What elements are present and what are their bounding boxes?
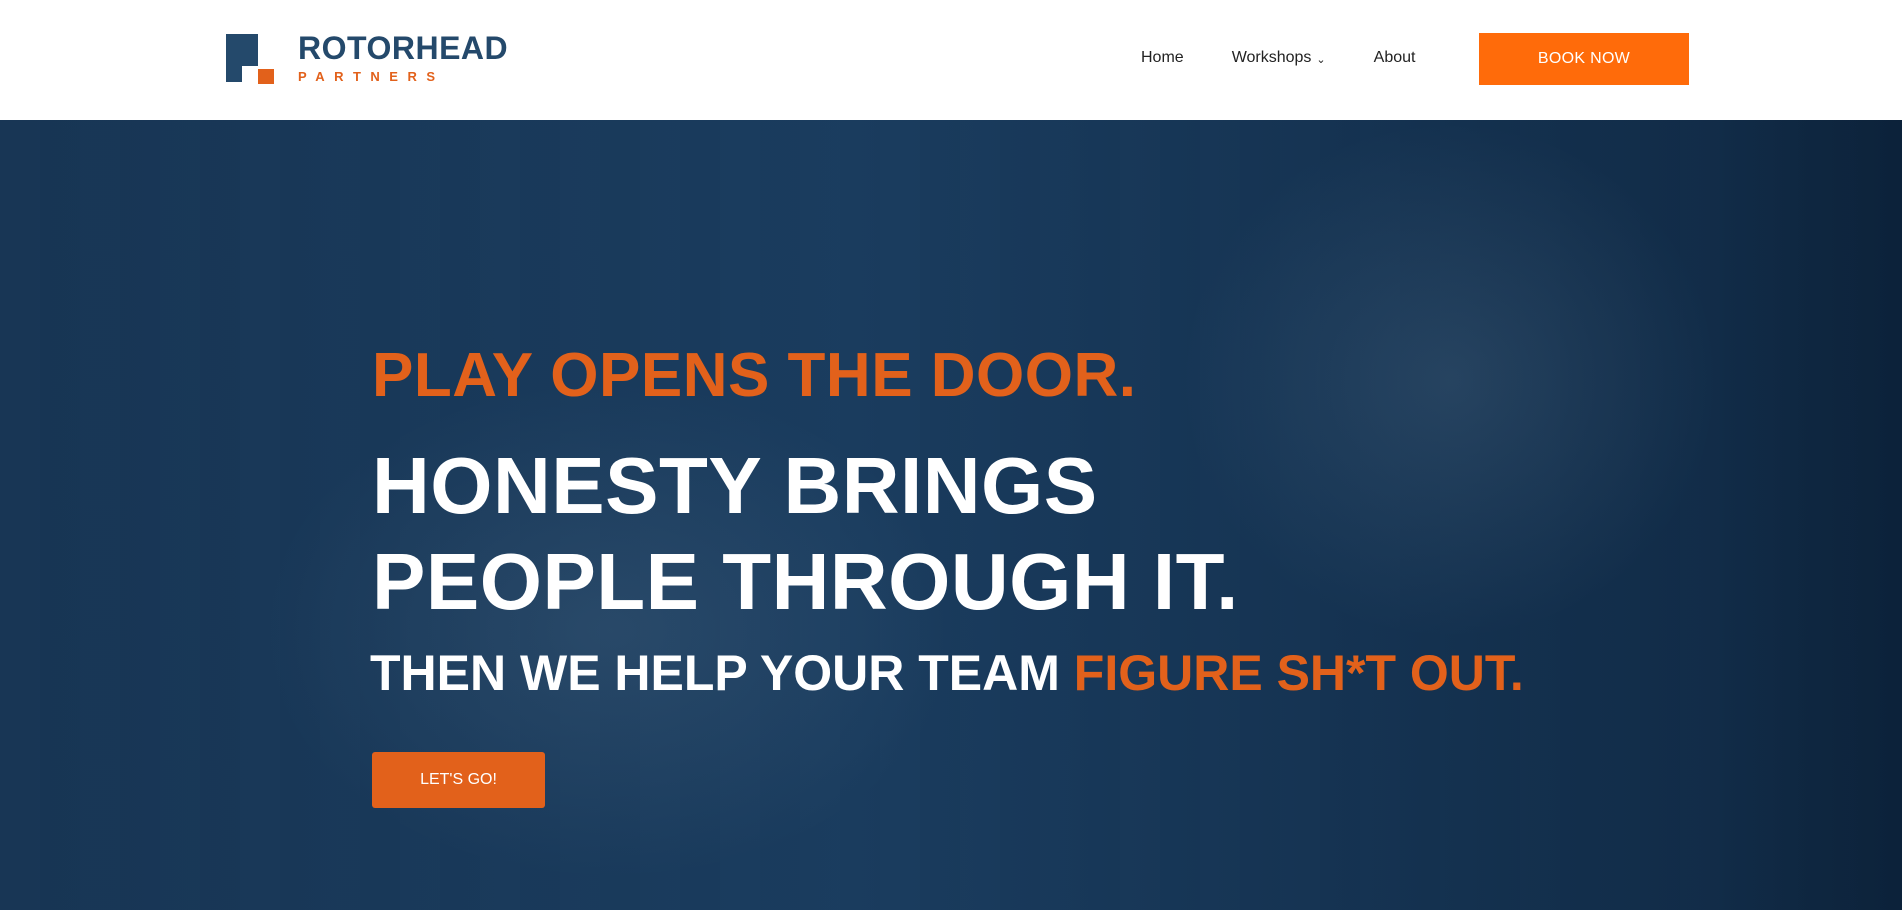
site-logo[interactable]: ROTORHEAD PARTNERS (226, 30, 526, 88)
logo-subtitle: PARTNERS (298, 69, 445, 84)
nav-workshops-link[interactable]: Workshops ⌄ (1232, 49, 1326, 67)
book-now-button[interactable]: BOOK NOW (1479, 33, 1689, 85)
hero-subheadline-orange: FIGURE SH*T OUT. (1073, 645, 1524, 701)
hero-headline: HONESTY BRINGS PEOPLE THROUGH IT. (372, 438, 1239, 630)
nav-home-link[interactable]: Home (1141, 49, 1184, 67)
hero-tagline: PLAY OPENS THE DOOR. (372, 341, 1137, 410)
hero-section: PLAY OPENS THE DOOR. HONESTY BRINGS PEOP… (0, 120, 1902, 910)
logo-title: ROTORHEAD (298, 30, 509, 66)
rotorhead-logo-icon (226, 34, 274, 84)
hero-subheadline-white: THEN WE HELP YOUR TEAM (370, 645, 1060, 701)
chevron-down-icon: ⌄ (1316, 53, 1326, 66)
site-header: ROTORHEAD PARTNERS Home Workshops ⌄ Abou… (0, 0, 1902, 120)
nav-workshops-label: Workshops (1231, 49, 1312, 66)
hero-background-image (1180, 120, 1720, 640)
hero-background-shade (1720, 120, 1902, 910)
main-nav: Home Workshops ⌄ About (1130, 0, 1415, 116)
logo-wordmark: ROTORHEAD PARTNERS (298, 31, 508, 87)
lets-go-button[interactable]: LET'S GO! (372, 752, 545, 808)
hero-headline-line-2: PEOPLE THROUGH IT. (372, 537, 1239, 626)
nav-about-link[interactable]: About (1374, 49, 1416, 67)
hero-headline-line-1: HONESTY BRINGS (372, 441, 1098, 530)
